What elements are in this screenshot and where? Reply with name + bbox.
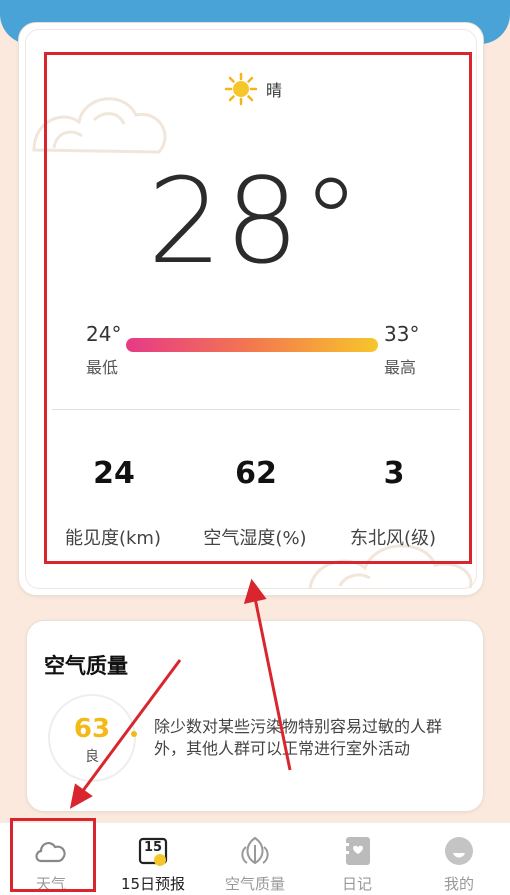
- annotation-arrows: [69, 578, 292, 809]
